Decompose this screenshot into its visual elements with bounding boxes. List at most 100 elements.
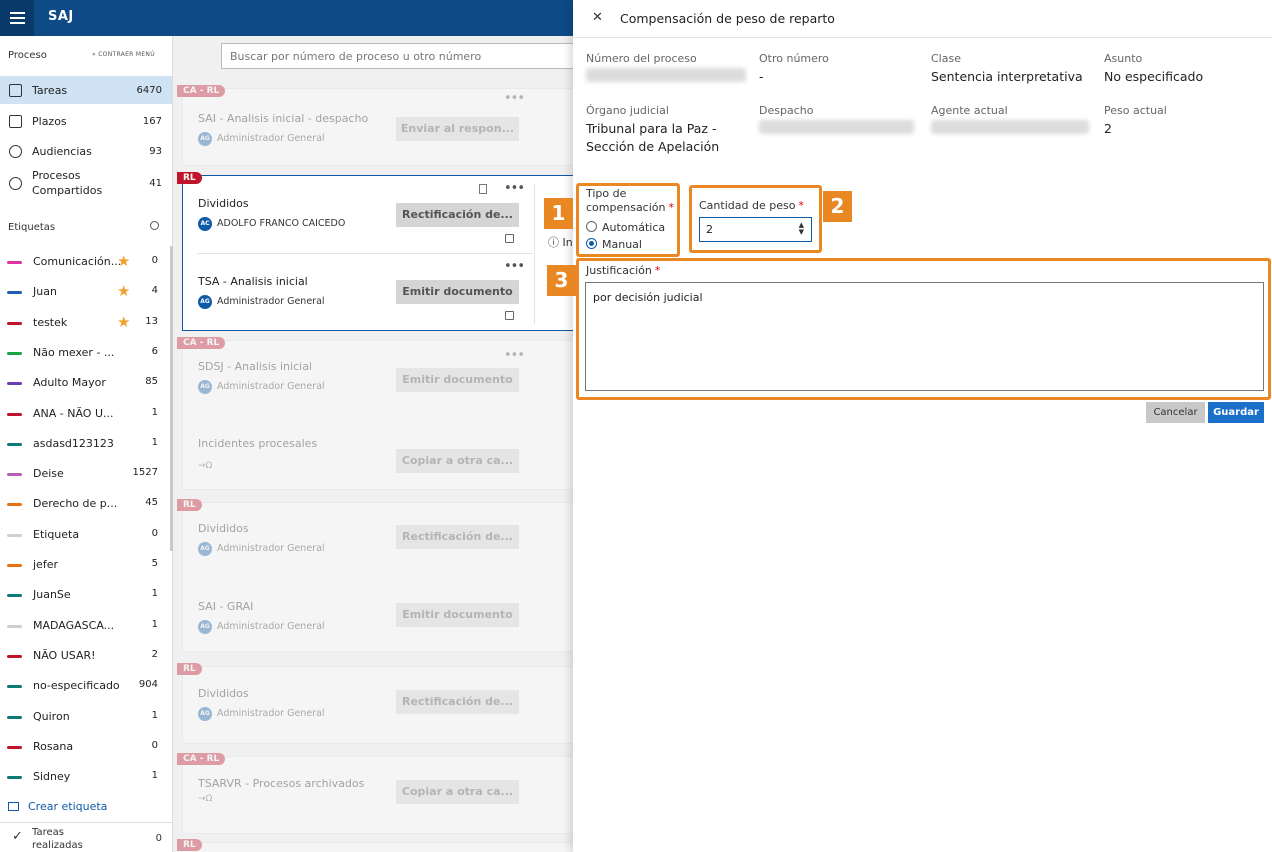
radio-label: Automática (602, 221, 666, 234)
comment-icon[interactable] (505, 311, 514, 320)
hamburger-menu-icon[interactable] (0, 0, 34, 36)
tasks-done-item[interactable]: ✓ Tareas realizadas 0 (0, 822, 172, 852)
cancel-button[interactable]: Cancelar (1146, 402, 1205, 423)
tag-item[interactable]: ANA - NÃO U... 1 (0, 404, 172, 424)
task-card[interactable]: RL Divididos AG Administrador General Re… (177, 499, 582, 652)
task-action-button[interactable]: Emitir documento (396, 368, 519, 392)
star-icon[interactable]: ★ (117, 313, 130, 331)
task-card[interactable]: RL Divididos AG Administrador General Re… (177, 663, 582, 744)
save-button[interactable]: Guardar (1208, 402, 1264, 423)
create-tag-link[interactable]: Crear etiqueta (8, 800, 107, 813)
justificacion-textarea[interactable]: por decisión judicial (585, 282, 1264, 391)
task-card-selected[interactable]: RL Divididos AC ADOLFO FRANCO CAICEDO Re… (177, 172, 582, 331)
task-title: TSA - Analisis inicial (198, 275, 308, 288)
sidebar-scrollbar[interactable] (170, 246, 173, 551)
task-row[interactable]: SAI - GRAI AG Administrador General Emit… (198, 597, 538, 667)
field-despacho: Despacho (759, 104, 924, 134)
task-title: SAI - Analisis inicial - despacho (198, 112, 369, 125)
more-options-icon[interactable]: ••• (504, 259, 525, 274)
task-row[interactable]: TSARVR - Procesos archivados →Ω Copiar a… (198, 774, 538, 844)
required-mark: * (668, 201, 675, 214)
tag-item[interactable]: Sidney 1 (0, 767, 172, 787)
avatar: AG (198, 542, 212, 556)
label-text: Cantidad de peso (699, 199, 796, 212)
tag-item[interactable]: Etiqueta 0 (0, 525, 172, 545)
task-row[interactable]: Divididos AG Administrador General Recti… (198, 684, 538, 754)
task-action-button[interactable]: Rectificación de... (396, 525, 519, 549)
task-row[interactable]: SDSJ - Analisis inicial AG Administrador… (198, 348, 538, 427)
star-icon[interactable]: ★ (117, 252, 130, 270)
close-icon[interactable]: ✕ (592, 10, 603, 25)
tag-count: 1527 (132, 467, 158, 479)
field-label: Despacho (759, 104, 814, 117)
tag-color-swatch (7, 715, 22, 719)
tag-label: NÃO USAR! (33, 648, 96, 662)
tag-item[interactable]: MADAGASCA... 1 (0, 616, 172, 636)
search-icon[interactable] (150, 221, 159, 230)
sidebar: Proceso « CONTRAER MENÚ Tareas 6470 Plaz… (0, 36, 173, 852)
tag-color-swatch (7, 685, 22, 689)
tag-item[interactable]: Juan ★ 4 (0, 282, 172, 302)
tag-item[interactable]: NÃO USAR! 2 (0, 646, 172, 666)
blurred-value (759, 120, 914, 134)
collapse-menu-button[interactable]: « CONTRAER MENÚ (92, 51, 155, 58)
tag-item[interactable]: Adulto Mayor 85 (0, 373, 172, 393)
tag-item[interactable]: testek ★ 13 (0, 313, 172, 333)
annotation-number-1: 1 (544, 198, 573, 229)
tag-item[interactable]: Quiron 1 (0, 707, 172, 727)
tags-title: Etiquetas (8, 222, 56, 233)
task-action-button[interactable]: Rectificación de... (396, 690, 519, 714)
task-action-button[interactable]: Enviar al respon... (396, 117, 519, 141)
card-tag: RL (177, 499, 202, 511)
comment-icon[interactable] (505, 234, 514, 243)
tag-count: 13 (145, 315, 158, 327)
task-user: Administrador General (217, 543, 325, 554)
tag-item[interactable]: no-especificado 904 (0, 676, 172, 696)
sidebar-item-tareas[interactable]: Tareas 6470 (0, 76, 172, 104)
tag-color-swatch (7, 261, 22, 264)
nav-label: Tareas (32, 83, 68, 97)
sidebar-item-audiencias[interactable]: Audiencias 93 (0, 137, 172, 165)
task-user: Administrador General (217, 708, 325, 719)
tag-color-swatch (7, 412, 22, 416)
tag-item[interactable]: Não mexer - ... 6 (0, 343, 172, 363)
tag-item[interactable]: Comunicación... ★ 0 (0, 252, 172, 272)
radio-automatica[interactable]: Automática (586, 221, 665, 234)
task-action-button[interactable]: Emitir documento (396, 280, 519, 304)
task-card[interactable]: CA - RL SAI - Analisis inicial - despach… (177, 85, 582, 166)
tag-item[interactable]: jefer 5 (0, 555, 172, 575)
tag-item[interactable]: JuanSe 1 (0, 585, 172, 605)
more-options-icon[interactable]: ••• (504, 181, 525, 196)
search-input[interactable]: Buscar por número de proceso u otro núme… (221, 43, 581, 69)
radio-selected-icon[interactable] (586, 238, 597, 249)
task-action-button[interactable]: Copiar a otra ca... (396, 780, 519, 804)
task-action-button[interactable]: Rectificación de... (396, 203, 519, 227)
card-tag: CA - RL (177, 85, 226, 97)
task-row[interactable]: Incidentes procesales →Ω Copiar a otra c… (198, 434, 538, 504)
task-action-button[interactable]: Copiar a otra ca... (396, 449, 519, 473)
sidebar-item-plazos[interactable]: Plazos 167 (0, 107, 172, 135)
tag-item[interactable]: Deise 1527 (0, 464, 172, 484)
tag-item[interactable]: asdasd123123 1 (0, 434, 172, 454)
nav-count: 93 (149, 145, 162, 157)
divider (534, 184, 535, 324)
task-row[interactable]: Divididos AG Administrador General Recti… (198, 519, 538, 589)
required-mark: * (654, 264, 661, 277)
tag-item[interactable]: Rosana 0 (0, 737, 172, 757)
sidebar-item-procesos-compartidos[interactable]: Procesos Compartidos 41 (0, 167, 172, 199)
task-action-button[interactable]: Emitir documento (396, 603, 519, 627)
task-card[interactable]: CA - RL SDSJ - Analisis inicial AG Admin… (177, 337, 582, 490)
more-options-icon[interactable]: ••• (504, 348, 525, 363)
star-icon[interactable]: ★ (117, 282, 130, 300)
task-card[interactable]: RL (177, 839, 582, 852)
task-row[interactable]: SAI - Analisis inicial - despacho AG Adm… (198, 91, 538, 179)
task-card[interactable]: CA - RL TSARVR - Procesos archivados →Ω … (177, 753, 582, 834)
quantity-stepper[interactable]: 2 ▲ ▼ (699, 217, 812, 242)
stepper-arrows-icon[interactable]: ▲ ▼ (799, 222, 804, 236)
tag-item[interactable]: Derecho de p... 45 (0, 494, 172, 514)
task-row[interactable]: TSA - Analisis inicial AG Administrador … (198, 259, 538, 342)
app-logo: SAJ (48, 9, 74, 24)
radio-manual[interactable]: Manual (586, 238, 642, 251)
radio-circle-icon[interactable] (586, 221, 597, 232)
more-options-icon[interactable]: ••• (504, 91, 525, 106)
